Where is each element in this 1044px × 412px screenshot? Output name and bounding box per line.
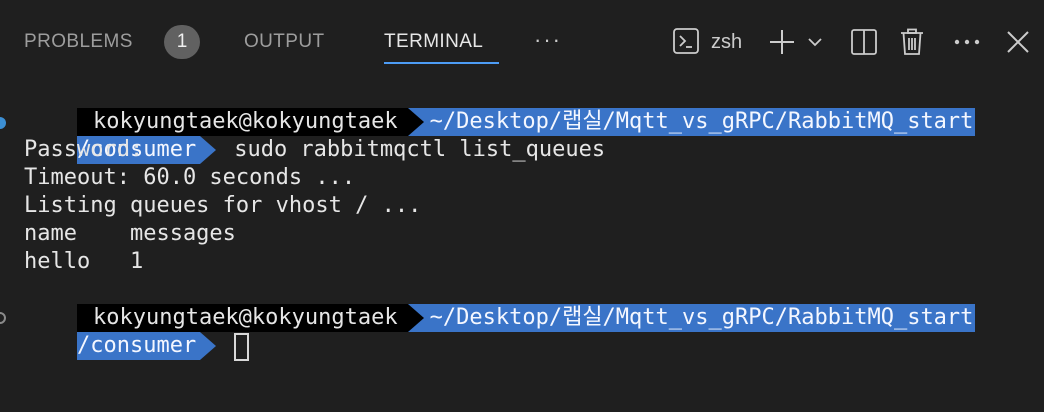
tab-terminal[interactable]: TERMINAL — [384, 30, 483, 54]
output-line: hello 1 — [24, 249, 144, 274]
prompt-line: kokyungtaek@kokyungtaek ~/Desktop/랩실/Mqtt… — [24, 80, 976, 136]
tab-problems[interactable]: PROBLEMS — [24, 30, 133, 54]
panel-header: PROBLEMS 1 OUTPUT TERMINAL ··· zsh — [0, 0, 1044, 72]
output-line: Timeout: 60.0 seconds ... — [24, 165, 356, 190]
trash-icon[interactable] — [898, 28, 926, 56]
output-line: Password: — [24, 137, 144, 162]
problems-count-badge: 1 — [164, 25, 200, 59]
powerline-separator — [407, 108, 424, 136]
active-tab-indicator — [384, 62, 499, 64]
command-text: sudo rabbitmqctl list_queues — [234, 137, 606, 162]
tab-output[interactable]: OUTPUT — [244, 30, 325, 54]
powerline-separator — [200, 136, 217, 164]
ellipsis-icon[interactable] — [952, 28, 982, 56]
prompt-line-continuation: /consumer sudo rabbitmqctl list_queues — [24, 108, 605, 164]
terminal-icon[interactable] — [672, 27, 700, 55]
powerline-separator — [200, 332, 217, 360]
prompt-line: kokyungtaek@kokyungtaek ~/Desktop/랩실/Mqtt… — [24, 276, 976, 332]
terminal-cursor[interactable] — [234, 333, 250, 361]
split-icon[interactable] — [850, 28, 878, 56]
prompt-path-continued: /consumer — [76, 333, 197, 358]
prompt-line-continuation: /consumer — [24, 304, 250, 361]
plus-icon[interactable] — [768, 28, 796, 56]
terminal-viewport[interactable]: kokyungtaek@kokyungtaek ~/Desktop/랩실/Mqtt… — [0, 80, 1044, 412]
powerline-separator — [407, 304, 424, 332]
prompt-path: ~/Desktop/랩실/Mqtt_vs_gRPC/RabbitMQ_start — [429, 305, 974, 330]
chevron-down-icon[interactable] — [806, 33, 824, 51]
output-line: Listing queues for vhost / ... — [24, 193, 422, 218]
prompt-path-segment: ~/Desktop/랩실/Mqtt_vs_gRPC/RabbitMQ_start — [407, 304, 976, 332]
close-icon[interactable] — [1004, 28, 1032, 56]
shell-label[interactable]: zsh — [711, 30, 742, 54]
prompt-path-segment: /consumer — [76, 332, 201, 360]
more-tabs-button[interactable]: ··· — [534, 28, 562, 52]
output-line: name messages — [24, 221, 236, 246]
